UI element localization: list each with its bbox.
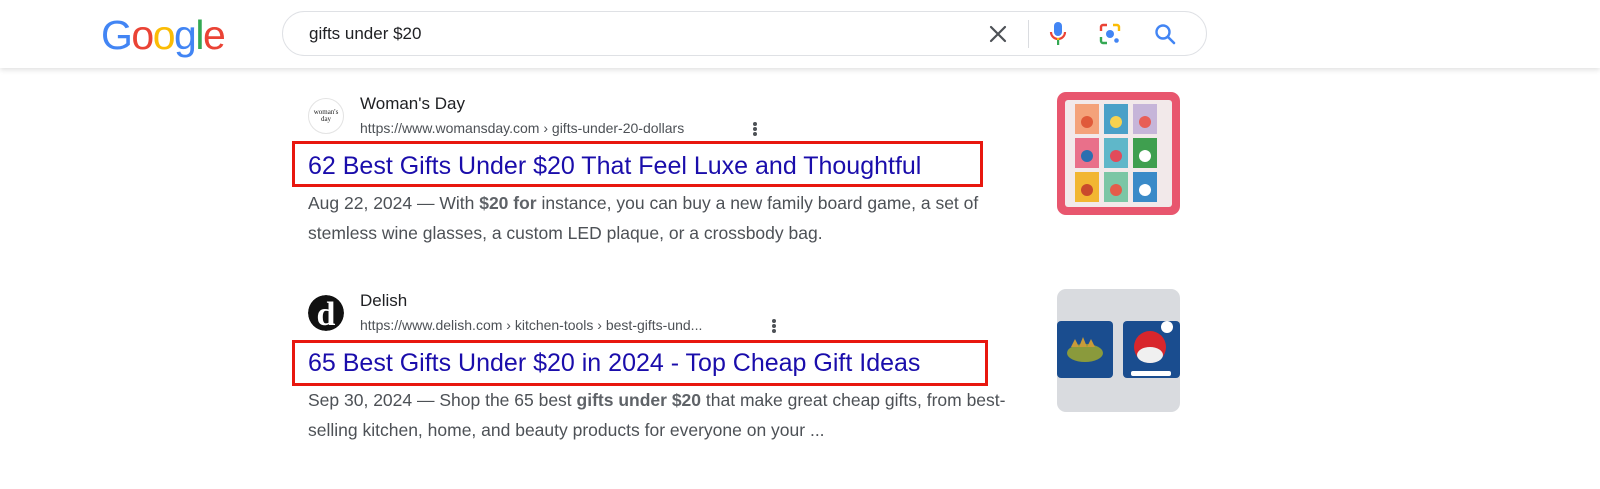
- logo-letter: g: [174, 12, 197, 58]
- svg-text:d: d: [317, 296, 336, 331]
- google-logo[interactable]: Google: [101, 12, 226, 58]
- result-thumbnail[interactable]: [1057, 92, 1180, 215]
- search-input[interactable]: [309, 12, 949, 55]
- womans-day-favicon[interactable]: woman's day: [308, 98, 344, 134]
- header-bar: Google: [0, 0, 1600, 68]
- logo-letter: o: [152, 12, 176, 58]
- site-url[interactable]: https://www.delish.com › kitchen-tools ›…: [360, 317, 702, 333]
- result-thumbnail[interactable]: [1057, 289, 1180, 412]
- site-name[interactable]: Delish: [360, 291, 407, 311]
- logo-letter: e: [202, 12, 226, 58]
- result-snippet: Sep 30, 2024 — Shop the 65 best gifts un…: [308, 385, 1038, 445]
- result-title-link[interactable]: 65 Best Gifts Under $20 in 2024 - Top Ch…: [308, 348, 920, 378]
- snippet-bold-text: $20 for: [479, 193, 537, 213]
- favicon-text: woman's day: [313, 108, 339, 123]
- microphone-icon[interactable]: [1043, 19, 1073, 49]
- logo-letter: l: [195, 12, 204, 58]
- search-box: [282, 11, 1207, 56]
- snippet-text: Sep 30, 2024 — Shop the 65 best: [308, 390, 577, 410]
- search-divider: [1028, 20, 1029, 48]
- lens-icon[interactable]: [1095, 19, 1125, 49]
- snippet-text: Aug 22, 2024 — With: [308, 193, 480, 213]
- snippet-bold-text: gifts under $20: [576, 390, 702, 410]
- close-icon[interactable]: [983, 19, 1013, 49]
- result-snippet: Aug 22, 2024 — With $20 for instance, yo…: [308, 188, 1038, 248]
- site-url[interactable]: https://www.womansday.com › gifts-under-…: [360, 120, 684, 136]
- more-options-icon[interactable]: [748, 120, 762, 138]
- delish-favicon[interactable]: d: [308, 295, 344, 331]
- logo-letter: o: [131, 12, 154, 58]
- more-options-icon[interactable]: [767, 317, 781, 335]
- result-title-link[interactable]: 62 Best Gifts Under $20 That Feel Luxe a…: [308, 151, 921, 181]
- logo-letter: G: [101, 12, 133, 58]
- site-name[interactable]: Woman's Day: [360, 94, 465, 114]
- search-icon[interactable]: [1150, 19, 1180, 49]
